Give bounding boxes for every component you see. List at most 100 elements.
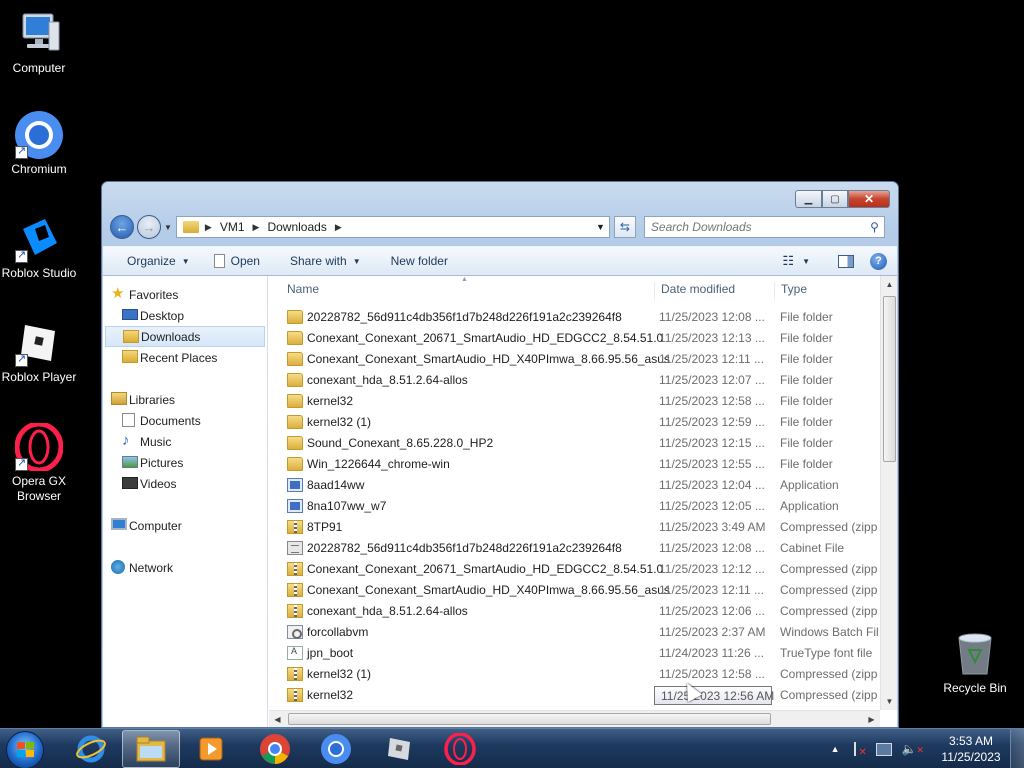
change-view-button[interactable]: ☷ ▼ xyxy=(782,253,810,269)
file-row[interactable]: kernel3211/25/2023 12:56 ...Compressed (… xyxy=(269,685,880,706)
file-row[interactable]: Conexant_Conexant_SmartAudio_HD_X40PImwa… xyxy=(269,349,880,370)
column-header-type[interactable]: Type xyxy=(774,282,884,300)
action-center-flag-icon[interactable]: ✕ xyxy=(853,742,867,758)
open-button[interactable]: Open xyxy=(202,247,272,275)
taskbar-chromium[interactable] xyxy=(307,730,365,768)
file-row[interactable]: Win_1226644_chrome-win 11/25/2023 12:55 .… xyxy=(269,454,880,475)
recent-pages-dropdown-icon[interactable]: ▼ xyxy=(164,223,172,232)
file-row[interactable]: 20228782_56d911c4db356f1d7b248d226f191a2… xyxy=(269,307,880,328)
nav-downloads[interactable]: Downloads xyxy=(105,326,265,347)
search-icon[interactable]: ⚲ xyxy=(870,220,879,234)
back-button[interactable]: ← xyxy=(110,215,134,239)
breadcrumb-downloads[interactable]: Downloads xyxy=(267,220,326,234)
scroll-up-arrow-icon[interactable]: ▲ xyxy=(881,276,897,293)
close-button[interactable]: ✕ xyxy=(848,190,890,208)
nav-label: Libraries xyxy=(129,392,176,407)
file-row[interactable]: jpn_boot 11/24/2023 11:26 ... TrueType fon… xyxy=(269,643,880,664)
show-desktop-button[interactable] xyxy=(1010,729,1024,768)
open-file-icon xyxy=(213,254,225,268)
taskbar-opera-gx[interactable] xyxy=(431,730,489,768)
address-bar[interactable]: ▶ VM1 ▶ Downloads ▶ ▼ xyxy=(175,216,610,238)
taskbar-chrome[interactable] xyxy=(246,730,304,768)
desktop-icon-roblox-player[interactable]: Roblox Player xyxy=(0,319,78,385)
file-type: File folder xyxy=(780,394,833,408)
new-folder-button[interactable]: New folder xyxy=(373,247,460,275)
file-row[interactable]: conexant_hda_8.51.2.64-allos 11/25/2023 1… xyxy=(269,601,880,622)
file-row[interactable]: Conexant_Conexant_SmartAudio_HD_X40PImwa… xyxy=(269,580,880,601)
file-list-pane: Name ▲ Date modified Type 20228782_56d91… xyxy=(269,276,897,727)
maximize-button[interactable]: ▢ xyxy=(822,190,848,208)
share-with-button[interactable]: Share with ▼ xyxy=(272,247,373,275)
scroll-down-arrow-icon[interactable]: ▼ xyxy=(881,693,897,710)
libraries-icon xyxy=(111,392,127,405)
scroll-right-arrow-icon[interactable]: ▶ xyxy=(863,711,880,727)
nav-network[interactable]: Network xyxy=(103,557,267,578)
search-input[interactable] xyxy=(650,220,851,234)
file-name: Conexant_Conexant_SmartAudio_HD_X40PImwa… xyxy=(307,583,670,597)
taskbar: ▲ ✕ 🔈✕ 3:53 AM 11/25/2023 xyxy=(0,728,1024,768)
desktop-icon-roblox-studio[interactable]: Roblox Studio xyxy=(0,215,78,281)
nav-recent-places[interactable]: Recent Places xyxy=(103,347,267,368)
search-box[interactable]: ⚲ xyxy=(643,216,885,238)
desktop-icon-recycle-bin[interactable]: Recycle Bin xyxy=(936,630,1014,696)
file-row[interactable]: forcollabvm 11/25/2023 2:37 AM Windows Bat… xyxy=(269,622,880,643)
chevron-right-icon[interactable]: ▶ xyxy=(205,222,212,233)
file-name: conexant_hda_8.51.2.64-allos xyxy=(307,373,468,387)
preview-pane-button[interactable] xyxy=(838,254,854,268)
nav-desktop[interactable]: Desktop xyxy=(103,305,267,326)
desktop-icon-label: Recycle Bin xyxy=(943,681,1007,695)
taskbar-windows-explorer[interactable] xyxy=(122,730,180,768)
file-row[interactable]: conexant_hda_8.51.2.64-allos 11/25/2023 1… xyxy=(269,370,880,391)
file-name: jpn_boot xyxy=(307,646,354,660)
network-status-icon[interactable] xyxy=(875,742,892,756)
vertical-scrollbar[interactable]: ▲ ▼ xyxy=(880,276,897,710)
desktop-icon-opera-gx[interactable]: Opera GX Browser xyxy=(0,421,78,504)
file-row[interactable]: 8na107ww_w7 11/25/2023 12:05 ... Applicati… xyxy=(269,496,880,517)
organize-button[interactable]: Organize ▼ xyxy=(103,247,202,275)
refresh-button[interactable]: ⇆ xyxy=(613,216,636,238)
file-row[interactable]: Conexant_Conexant_20671_SmartAudio_HD_ED… xyxy=(269,559,880,580)
minimize-button[interactable]: ▁ xyxy=(795,190,822,208)
file-name: Sound_Conexant_8.65.228.0_HP2 xyxy=(307,436,494,450)
file-row[interactable]: kernel32 (1) 11/25/2023 12:59 ... File fol… xyxy=(269,412,880,433)
file-row[interactable]: 20228782_56d911c4db356f1d7b248d226f191a2… xyxy=(269,538,880,559)
file-type: File folder xyxy=(780,310,833,324)
nav-documents[interactable]: Documents xyxy=(103,410,267,431)
file-row[interactable]: kernel32 (1) 11/25/2023 12:58 ... Compress… xyxy=(269,664,880,685)
start-button[interactable] xyxy=(6,731,44,768)
vertical-scroll-thumb[interactable] xyxy=(883,296,896,462)
clock-date: 11/25/2023 xyxy=(941,750,1001,764)
taskbar-internet-explorer[interactable] xyxy=(62,730,120,768)
taskbar-media-player[interactable] xyxy=(182,730,240,768)
file-row[interactable]: 8TP91 11/25/2023 3:49 AM Compressed (zipp xyxy=(269,517,880,538)
file-row[interactable]: kernel32 11/25/2023 12:58 ... File folder xyxy=(269,391,880,412)
nav-favorites[interactable]: ★ Favorites xyxy=(103,284,267,305)
volume-muted-icon[interactable]: 🔈✕ xyxy=(902,742,925,756)
taskbar-roblox-player[interactable] xyxy=(370,730,428,768)
nav-computer[interactable]: Computer xyxy=(103,515,267,536)
file-row[interactable]: Conexant_Conexant_20671_SmartAudio_HD_ED… xyxy=(269,328,880,349)
forward-button[interactable]: → xyxy=(137,215,161,239)
nav-libraries[interactable]: Libraries xyxy=(103,389,267,410)
show-hidden-icons-chevron-up-icon[interactable]: ▲ xyxy=(831,744,840,754)
scroll-left-arrow-icon[interactable]: ◀ xyxy=(269,711,286,727)
address-dropdown-icon[interactable]: ▼ xyxy=(596,222,605,232)
desktop-icon-computer[interactable]: Computer xyxy=(0,10,78,76)
horizontal-scroll-thumb[interactable] xyxy=(288,713,771,725)
nav-music[interactable]: ♪ Music xyxy=(103,431,267,452)
column-header-date[interactable]: Date modified xyxy=(654,282,774,300)
nav-pictures[interactable]: Pictures xyxy=(103,452,267,473)
desktop-icon-chromium[interactable]: Chromium xyxy=(0,111,78,177)
chevron-right-icon[interactable]: ▶ xyxy=(253,222,260,233)
taskbar-clock[interactable]: 3:53 AM 11/25/2023 xyxy=(936,733,1006,765)
file-row[interactable]: 8aad14ww 11/25/2023 12:04 ... Application xyxy=(269,475,880,496)
chevron-right-icon[interactable]: ▶ xyxy=(335,222,342,233)
help-icon[interactable]: ? xyxy=(870,252,887,270)
folder-icon xyxy=(287,352,303,366)
nav-videos[interactable]: Videos xyxy=(103,473,267,494)
desktop-icon xyxy=(122,309,138,320)
breadcrumb-vm1[interactable]: VM1 xyxy=(220,220,245,234)
horizontal-scrollbar[interactable]: ◀ ▶ xyxy=(269,710,880,727)
cab-icon xyxy=(287,541,303,555)
file-row[interactable]: Sound_Conexant_8.65.228.0_HP2 11/25/2023 … xyxy=(269,433,880,454)
